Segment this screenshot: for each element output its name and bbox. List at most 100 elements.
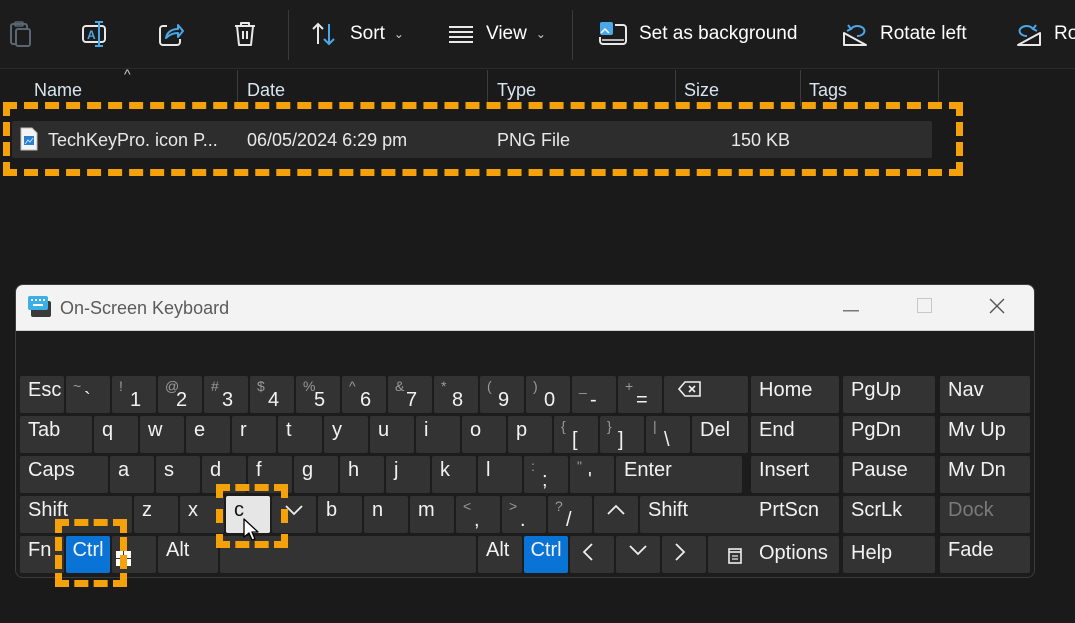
key-nav[interactable]: Nav [940,376,1030,413]
close-button[interactable] [982,293,1012,323]
key--[interactable]: >. [502,496,546,533]
key-w[interactable]: w [140,416,184,453]
key-pgup[interactable]: PgUp [843,376,935,413]
key-t[interactable]: t [278,416,322,453]
key-m[interactable]: m [410,496,454,533]
key-mv-dn[interactable]: Mv Dn [940,456,1030,493]
key-9[interactable]: (9 [480,376,524,413]
column-header-type[interactable]: Type [488,70,675,104]
key-j[interactable]: j [386,456,430,493]
key-esc[interactable]: Esc [20,376,64,413]
chevron-down-icon: ⌄ [393,27,404,41]
key--[interactable]: _ - [572,376,616,413]
key--[interactable] [594,496,638,533]
rotate-right-button[interactable]: Ro [1016,14,1075,54]
share-button[interactable] [157,14,185,54]
key-pgdn[interactable]: PgDn [843,416,935,453]
column-divider[interactable] [938,70,939,106]
share-icon [157,20,185,48]
key-label: Ctrl [530,539,562,561]
key-tab[interactable]: Tab [20,416,92,453]
key-v[interactable] [616,536,660,573]
key-ctrl[interactable]: Ctrl [524,536,568,573]
key-alt[interactable]: Alt [158,536,218,573]
key--[interactable]: " ' [570,456,614,493]
key-l[interactable]: l [478,456,522,493]
key-help[interactable]: Help [843,536,935,573]
key-char: = [636,389,648,411]
title-bar[interactable]: On-Screen Keyboard [16,285,1034,331]
minimize-button[interactable] [836,293,866,323]
key-label: i [424,419,429,441]
key-a[interactable]: a [110,456,154,493]
key-options[interactable]: Options [751,536,839,573]
sort-button[interactable]: Sort ⌄ [310,14,404,54]
key-o[interactable]: o [462,416,506,453]
key-insert[interactable]: Insert [751,456,839,493]
arrow-left-icon [580,542,604,568]
key-alt[interactable]: Alt [478,536,522,573]
key-char: , [474,509,480,531]
key-g[interactable]: g [294,456,338,493]
paste-button[interactable] [8,14,34,54]
key-dock[interactable]: Dock [940,496,1030,533]
key-prtscn[interactable]: PrtScn [751,496,839,533]
key--[interactable]: ~ ` [66,376,110,413]
key-u[interactable]: u [370,416,414,453]
key--[interactable]: <, [456,496,500,533]
key-6[interactable]: ^ 6 [342,376,386,413]
key-caps[interactable]: Caps [20,456,108,493]
key-del[interactable]: Del [692,416,748,453]
key-5[interactable]: % 5 [296,376,340,413]
key-1[interactable]: ! 1 [112,376,156,413]
key-b[interactable]: b [318,496,362,533]
key--[interactable]: :; [524,456,568,493]
key-7[interactable]: & 7 [388,376,432,413]
key-end[interactable]: End [751,416,839,453]
key-i[interactable]: i [416,416,460,453]
key-4[interactable]: $4 [250,376,294,413]
key-z[interactable]: z [134,496,178,533]
key-fade[interactable]: Fade [940,536,1030,573]
key-r[interactable]: r [232,416,276,453]
column-header-name[interactable]: Name [0,70,237,104]
key--[interactable] [662,536,706,573]
key-home[interactable]: Home [751,376,839,413]
key-y[interactable]: y [324,416,368,453]
key-k[interactable]: k [432,456,476,493]
view-button[interactable]: View ⌄ [448,14,546,54]
key-s[interactable]: s [156,456,200,493]
key--[interactable]: {[ [554,416,598,453]
column-header-date[interactable]: Date [238,70,487,104]
key-mv-up[interactable]: Mv Up [940,416,1030,453]
key--[interactable] [664,376,748,413]
key-enter[interactable]: Enter [616,456,742,493]
key-scrlk[interactable]: ScrLk [843,496,935,533]
key-h[interactable]: h [340,456,384,493]
key-2[interactable]: @2 [158,376,202,413]
key-pause[interactable]: Pause [843,456,935,493]
key-e[interactable]: e [186,416,230,453]
key-label: Fade [948,539,994,561]
key-n[interactable]: n [364,496,408,533]
rename-button[interactable]: A [81,14,109,54]
key--[interactable]: ? / [548,496,592,533]
key-label: Insert [759,459,810,481]
column-header-size[interactable]: Size [676,70,800,104]
key-q[interactable]: q [94,416,138,453]
maximize-button[interactable] [909,293,939,323]
rotate-left-button[interactable]: Rotate left [842,14,967,54]
key--[interactable]: | \ [646,416,690,453]
set-as-background-button[interactable]: Set as background [599,14,797,54]
key--[interactable] [570,536,614,573]
key-8[interactable]: * 8 [434,376,478,413]
key-p[interactable]: p [508,416,552,453]
key-0[interactable]: ) 0 [526,376,570,413]
delete-button[interactable] [232,14,258,54]
key-3[interactable]: #3 [204,376,248,413]
key--[interactable]: + = [618,376,662,413]
column-header-tags[interactable]: Tags [801,70,938,104]
key-label: t [286,419,292,441]
key-shift[interactable]: Shift [640,496,766,533]
key--[interactable]: }] [600,416,644,453]
